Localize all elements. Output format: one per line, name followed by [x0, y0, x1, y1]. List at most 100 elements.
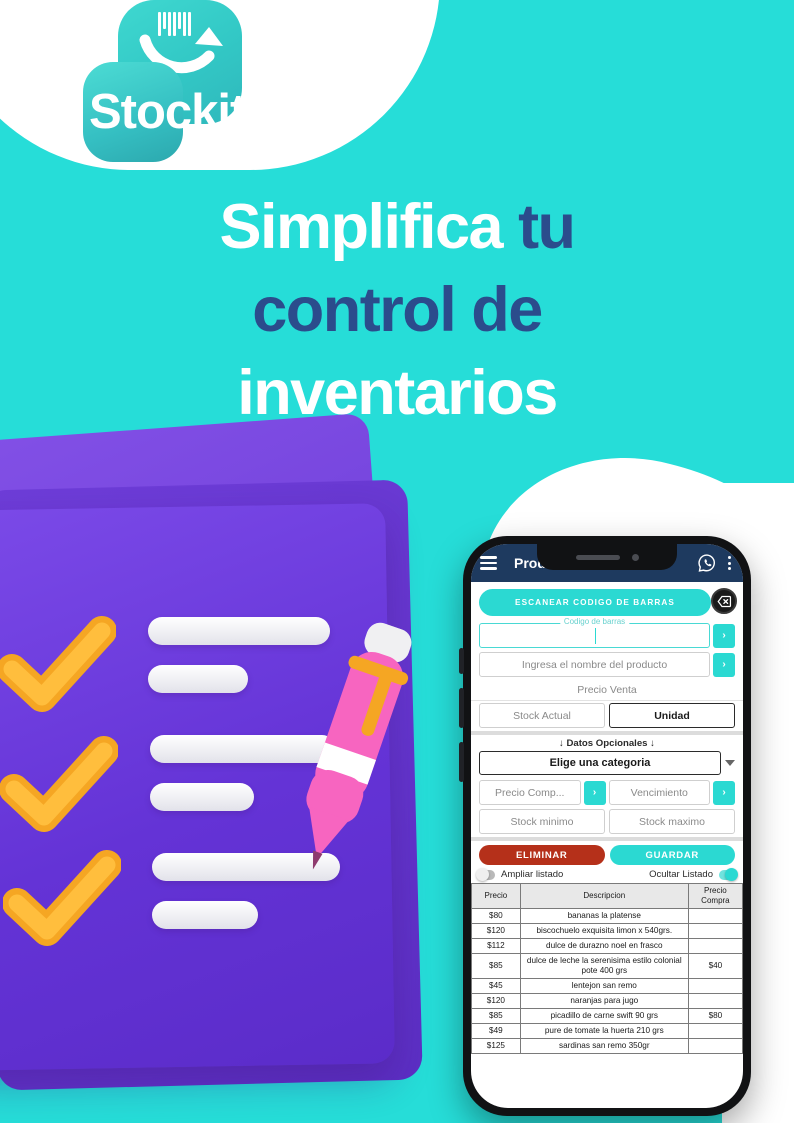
phone-notch — [537, 544, 677, 570]
headline-line-1: Simplifica tu — [40, 186, 754, 269]
phone-power-button[interactable] — [459, 742, 464, 782]
precio-venta-input[interactable]: Precio Venta — [471, 679, 743, 701]
ocultar-listado-toggle[interactable] — [719, 867, 738, 881]
earpiece-speaker — [575, 554, 620, 560]
table-header-row: Precio Descripcion Precio Compra — [471, 883, 743, 909]
cell-precio: $112 — [471, 937, 521, 954]
product-name-next-button[interactable]: › — [713, 652, 735, 677]
cell-precio: $120 — [471, 992, 521, 1009]
phone-volume-button[interactable] — [459, 648, 464, 674]
table-row[interactable]: $85 dulce de leche la serenisima estilo … — [471, 952, 743, 979]
cell-descripcion: biscochuelo exquisita limon x 540grs. — [519, 922, 689, 939]
front-camera — [631, 553, 639, 561]
category-row: Elige una categoria — [471, 751, 743, 778]
delete-button[interactable]: ELIMINAR — [479, 845, 605, 865]
stock-min-max-row: Stock minimo Stock maximo — [471, 807, 743, 837]
scan-row: ESCANEAR CODIGO DE BARRAS — [471, 582, 743, 621]
kebab-menu-icon[interactable] — [725, 556, 734, 570]
headline-line-2: control de — [252, 275, 543, 346]
table-row[interactable]: $49 pure de tomate la huerta 210 grs — [471, 1022, 743, 1039]
barcode-input-label: Codigo de barras — [559, 617, 630, 626]
hamburger-icon[interactable] — [480, 556, 497, 570]
scan-barcode-button[interactable]: ESCANEAR CODIGO DE BARRAS — [479, 589, 711, 616]
save-button[interactable]: GUARDAR — [609, 845, 735, 865]
vencimiento-input[interactable]: Vencimiento — [608, 780, 710, 805]
phone-volume-down-button[interactable] — [459, 688, 464, 728]
category-select[interactable]: Elige una categoria — [479, 751, 721, 775]
cell-compra — [687, 1022, 743, 1039]
cell-precio: $49 — [471, 1022, 521, 1039]
cell-compra: $80 — [687, 1007, 743, 1024]
cell-descripcion: bananas la platense — [519, 907, 689, 924]
precio-compra-vencimiento-row: Precio Comp... › Vencimiento › — [471, 778, 743, 807]
product-name-row: Ingresa el nombre del producto › — [471, 650, 743, 679]
header-descripcion: Descripcion — [519, 883, 689, 909]
products-table-body: $80 bananas la platense $120 biscochuelo… — [471, 907, 743, 1054]
cell-descripcion: pure de tomate la huerta 210 grs — [519, 1022, 689, 1039]
barcode-field-row: Codigo de barras › — [471, 617, 743, 650]
cell-compra: $40 — [687, 952, 743, 979]
cell-precio: $125 — [471, 1037, 521, 1054]
backspace-delete-icon[interactable] — [711, 588, 737, 614]
checkmark-icon-1 — [0, 616, 116, 712]
list-line-4 — [150, 783, 254, 811]
cell-descripcion: naranjas para jugo — [519, 992, 689, 1009]
table-row[interactable]: $125 sardinas san remo 350gr — [471, 1037, 743, 1054]
precio-compra-next-button[interactable]: › — [583, 780, 606, 805]
cell-compra — [687, 1037, 743, 1054]
cell-precio: $85 — [471, 1007, 521, 1024]
headline-simplifica: Simplifica — [219, 192, 519, 262]
ampliar-listado-toggle[interactable] — [476, 867, 495, 881]
cell-compra — [687, 907, 743, 924]
list-line-2 — [148, 665, 248, 693]
chevron-down-icon[interactable] — [725, 760, 735, 766]
table-row[interactable]: $80 bananas la platense — [471, 907, 743, 924]
text-cursor — [594, 628, 596, 644]
cell-compra — [687, 922, 743, 939]
unidad-select[interactable]: Unidad — [609, 703, 735, 728]
table-row[interactable]: $120 biscochuelo exquisita limon x 540gr… — [471, 922, 743, 939]
phone-mockup: Productos ESCANEAR CODIGO DE BARRAS — [459, 536, 751, 1116]
table-row[interactable]: $85 picadillo de carne swift 90 grs $80 — [471, 1007, 743, 1024]
vencimiento-next-button[interactable]: › — [713, 780, 735, 805]
cell-compra — [687, 992, 743, 1009]
table-row[interactable]: $120 naranjas para jugo — [471, 992, 743, 1009]
cell-precio: $120 — [471, 922, 521, 939]
cell-descripcion: picadillo de carne swift 90 grs — [519, 1007, 689, 1024]
optional-data-heading: ↓ Datos Opcionales ↓ — [471, 735, 743, 751]
cell-compra — [687, 977, 743, 994]
barcode-input[interactable]: Codigo de barras — [479, 617, 710, 648]
products-table: Precio Descripcion Precio Compra $80 ban… — [471, 883, 743, 1054]
stock-unidad-row: Stock Actual Unidad — [471, 701, 743, 731]
logo-wordmark: Stockit — [89, 85, 246, 139]
stock-minimo-input[interactable]: Stock minimo — [479, 809, 605, 834]
ocultar-listado-label: Ocultar Listado — [649, 869, 713, 880]
checklist-illustration — [0, 412, 450, 1091]
table-row[interactable]: $112 dulce de durazno noel en frasco — [471, 937, 743, 954]
cell-descripcion: lentejon san remo — [519, 977, 689, 994]
stock-maximo-input[interactable]: Stock maximo — [609, 809, 735, 834]
page-title: Simplifica tu control de inventarios — [40, 186, 754, 435]
toggles-row: Ampliar listado Ocultar Listado — [471, 867, 743, 883]
stock-actual-input[interactable]: Stock Actual — [479, 703, 605, 728]
cell-descripcion: sardinas san remo 350gr — [519, 1037, 689, 1054]
precio-compra-input[interactable]: Precio Comp... — [479, 780, 581, 805]
app-content: ESCANEAR CODIGO DE BARRAS Codigo de barr… — [471, 582, 743, 1054]
cell-precio: $85 — [471, 952, 521, 979]
ampliar-listado-label: Ampliar listado — [501, 869, 564, 880]
headline-line-3: inventarios — [237, 358, 558, 429]
phone-screen: Productos ESCANEAR CODIGO DE BARRAS — [471, 544, 743, 1108]
table-row[interactable]: $45 lentejon san remo — [471, 977, 743, 994]
cell-compra — [687, 937, 743, 954]
cell-descripcion: dulce de leche la serenisima estilo colo… — [519, 952, 689, 979]
action-buttons-row: ELIMINAR GUARDAR — [471, 841, 743, 867]
brand-logo: Stockit — [83, 0, 263, 170]
list-line-6 — [152, 901, 258, 929]
whatsapp-icon[interactable] — [697, 553, 717, 573]
headline-tu: tu — [518, 192, 576, 262]
product-name-input[interactable]: Ingresa el nombre del producto — [479, 652, 710, 677]
barcode-next-button[interactable]: › — [713, 623, 735, 648]
header-precio-compra: Precio Compra — [687, 883, 743, 909]
checkmark-icon-2 — [0, 736, 118, 832]
cell-precio: $80 — [471, 907, 521, 924]
